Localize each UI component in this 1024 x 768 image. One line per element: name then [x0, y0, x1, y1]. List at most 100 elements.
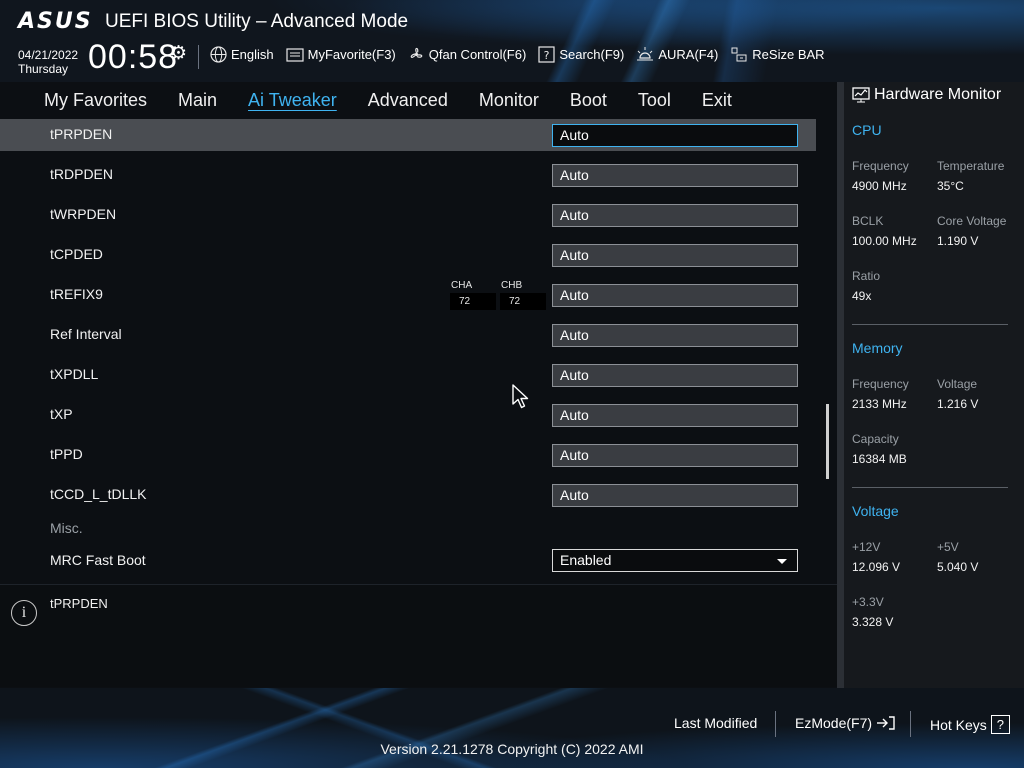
tab-advanced[interactable]: Advanced: [368, 90, 448, 111]
setting-value-field[interactable]: Auto: [552, 204, 798, 227]
ezmode-label: EzMode(F7): [795, 715, 873, 731]
setting-value-field[interactable]: Auto: [552, 284, 798, 307]
setting-row[interactable]: tCPDED Auto: [0, 239, 816, 271]
hot-keys-button[interactable]: Hot Keys ?: [930, 715, 1010, 734]
ezmode-button[interactable]: EzMode(F7): [795, 715, 896, 731]
aura-icon: [637, 47, 654, 61]
resize-bar-button[interactable]: ReSize BAR: [730, 46, 825, 63]
tab-exit[interactable]: Exit: [702, 90, 732, 111]
help-panel: i tPRPDEN: [0, 584, 837, 687]
v5-label: +5V: [937, 540, 959, 554]
hardware-monitor-panel: Hardware Monitor CPU Frequency Temperatu…: [844, 82, 1024, 688]
setting-value-field[interactable]: Auto: [552, 164, 798, 187]
cpu-temperature-value: 35°C: [937, 179, 964, 193]
setting-label: tXPDLL: [50, 366, 99, 382]
v5-value: 5.040 V: [937, 560, 979, 574]
search-button[interactable]: ? Search(F9): [538, 46, 624, 63]
channel-value: 72: [500, 293, 546, 310]
settings-scrollbar[interactable]: [826, 404, 829, 479]
setting-value-field[interactable]: Auto: [552, 324, 798, 347]
setting-label: tRDPDEN: [50, 166, 114, 182]
myfavorite-button[interactable]: MyFavorite(F3): [286, 47, 396, 62]
language-button[interactable]: English: [210, 46, 274, 63]
setting-value-field[interactable]: Auto: [552, 444, 798, 467]
monitor-icon: [852, 87, 870, 103]
setting-label: tPPD: [50, 446, 83, 462]
select-value: Enabled: [560, 552, 612, 568]
channel-b-readout: CHB 72: [500, 280, 546, 310]
search-icon: ?: [538, 46, 555, 63]
setting-row[interactable]: tXP Auto: [0, 399, 816, 431]
v33-label: +3.3V: [852, 595, 884, 609]
clock-display[interactable]: 00:58: [88, 38, 178, 77]
mrc-fast-boot-select[interactable]: Enabled: [552, 549, 798, 572]
qfan-control-button[interactable]: Qfan Control(F6): [408, 46, 526, 63]
setting-row[interactable]: tWRPDEN Auto: [0, 199, 816, 231]
setting-row[interactable]: tPPD Auto: [0, 439, 816, 471]
v33-value: 3.328 V: [852, 615, 894, 629]
settings-list: tPRPDEN Auto tRDPDEN Auto tWRPDEN Auto t…: [0, 118, 837, 576]
setting-row[interactable]: tPRPDEN Auto: [0, 119, 816, 151]
globe-icon: [210, 46, 227, 63]
tab-main[interactable]: Main: [178, 90, 217, 111]
mouse-cursor-icon: [512, 384, 529, 409]
info-icon: i: [11, 600, 37, 626]
footer-separator: [910, 711, 911, 737]
bclk-label: BCLK: [852, 214, 884, 228]
setting-row[interactable]: tREFIX9 CHA 72 CHB 72 Auto: [0, 279, 816, 311]
setting-row[interactable]: tRDPDEN Auto: [0, 159, 816, 191]
setting-value-field[interactable]: Auto: [552, 364, 798, 387]
date-display: 04/21/2022 Thursday: [18, 48, 78, 76]
app-title: UEFI BIOS Utility – Advanced Mode: [105, 11, 409, 32]
setting-row-mrc-fast-boot[interactable]: MRC Fast Boot Enabled: [0, 545, 816, 576]
memory-voltage-label: Voltage: [937, 377, 978, 391]
toolbar: English MyFavorite(F3) Qfan Control(F6) …: [210, 46, 825, 63]
exit-arrow-icon: [877, 716, 895, 730]
setting-label: MRC Fast Boot: [50, 552, 146, 568]
hw-divider: [852, 487, 1008, 488]
resize-bar-icon: [731, 47, 747, 62]
bclk-value: 100.00 MHz: [852, 234, 917, 248]
setting-value-field[interactable]: Auto: [552, 404, 798, 427]
tab-monitor[interactable]: Monitor: [479, 90, 539, 111]
hw-divider: [852, 324, 1008, 325]
voltage-section-title: Voltage: [852, 503, 899, 519]
cpu-frequency-label: Frequency: [852, 159, 909, 173]
setting-row[interactable]: Ref Interval Auto: [0, 319, 816, 351]
setting-row[interactable]: tXPDLL Auto: [0, 359, 816, 391]
tab-boot[interactable]: Boot: [570, 90, 607, 111]
aura-label: AURA(F4): [658, 47, 719, 62]
tab-my-favorites[interactable]: My Favorites: [44, 90, 147, 111]
setting-row[interactable]: tCCD_L_tDLLK Auto: [0, 479, 816, 511]
memory-capacity-value: 16384 MB: [852, 452, 907, 466]
aura-button[interactable]: AURA(F4): [636, 46, 718, 63]
v12-value: 12.096 V: [852, 560, 901, 574]
resize-bar-label: ReSize BAR: [752, 47, 825, 62]
memory-voltage-value: 1.216 V: [937, 397, 979, 411]
last-modified-button[interactable]: Last Modified: [674, 715, 757, 731]
channel-a-readout: CHA 72: [450, 280, 496, 310]
memory-frequency-label: Frequency: [852, 377, 909, 391]
setting-label: tPRPDEN: [50, 126, 113, 142]
chevron-down-icon: [777, 559, 787, 564]
setting-label: tCPDED: [50, 246, 103, 262]
panel-divider: [837, 82, 844, 688]
setting-label: tWRPDEN: [50, 206, 117, 222]
hardware-monitor-title: Hardware Monitor: [874, 86, 1002, 103]
setting-value-field[interactable]: Auto: [552, 244, 798, 267]
ratio-value: 49x: [852, 289, 872, 303]
tab-ai-tweaker[interactable]: Ai Tweaker: [248, 90, 337, 111]
main-nav: My Favorites Main Ai Tweaker Advanced Mo…: [0, 82, 837, 118]
setting-value-field[interactable]: Auto: [552, 124, 798, 147]
version-text: Version 2.21.1278 Copyright (C) 2022 AMI: [380, 741, 644, 757]
gear-icon[interactable]: ⚙: [170, 42, 187, 64]
setting-value-field[interactable]: Auto: [552, 484, 798, 507]
search-label: Search(F9): [559, 47, 625, 62]
ratio-label: Ratio: [852, 269, 881, 283]
help-key-icon: ?: [990, 715, 1010, 734]
channel-name: CHB: [501, 280, 523, 291]
footer-separator: [775, 711, 776, 737]
memory-frequency-value: 2133 MHz: [852, 397, 907, 411]
tab-tool[interactable]: Tool: [638, 90, 671, 111]
memory-section-title: Memory: [852, 340, 903, 356]
